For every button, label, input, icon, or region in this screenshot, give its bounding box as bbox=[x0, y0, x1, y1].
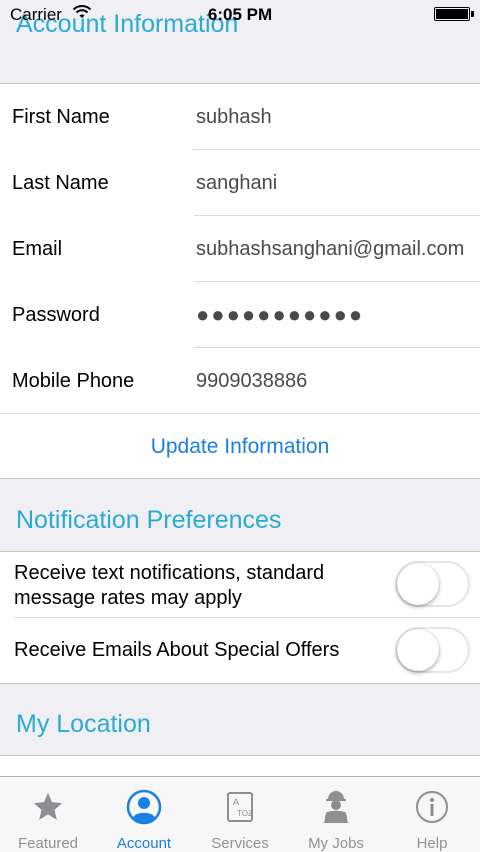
text-notifications-label: Receive text notifications, standard mes… bbox=[14, 562, 325, 609]
tab-account[interactable]: Account bbox=[96, 777, 192, 852]
status-bar: Carrier 6:05 PM bbox=[0, 0, 480, 40]
password-field[interactable]: ●●●●●●●●●●● bbox=[196, 302, 364, 328]
tab-services[interactable]: A TOZ Services bbox=[192, 777, 288, 852]
first-name-row[interactable]: First Name subhash bbox=[0, 84, 480, 150]
last-name-label: Last Name bbox=[12, 171, 109, 194]
special-offers-row: Receive Emails About Special Offers bbox=[0, 618, 480, 684]
svg-text:TOZ: TOZ bbox=[237, 809, 253, 818]
first-name-label: First Name bbox=[12, 105, 110, 128]
first-name-field[interactable]: subhash bbox=[196, 106, 272, 129]
password-row[interactable]: Password ●●●●●●●●●●● bbox=[0, 282, 480, 348]
notification-section-header: Notification Preferences bbox=[16, 506, 282, 534]
notification-card: Receive text notifications, standard mes… bbox=[0, 551, 480, 684]
tab-help[interactable]: Help bbox=[384, 777, 480, 852]
tab-label: Help bbox=[416, 835, 448, 852]
email-field[interactable]: subhashsanghani@gmail.com bbox=[196, 238, 464, 261]
tab-label: My Jobs bbox=[308, 835, 364, 852]
star-icon bbox=[28, 787, 68, 827]
mobile-phone-label: Mobile Phone bbox=[12, 369, 135, 392]
email-label: Email bbox=[12, 237, 63, 260]
last-name-field[interactable]: sanghani bbox=[196, 172, 277, 195]
special-offers-label: Receive Emails About Special Offers bbox=[14, 639, 340, 661]
tab-featured[interactable]: Featured bbox=[0, 777, 96, 852]
tab-label: Featured bbox=[17, 835, 79, 852]
toggle-knob bbox=[397, 629, 439, 671]
mobile-phone-field[interactable]: 9909038886 bbox=[196, 370, 307, 393]
mobile-phone-row[interactable]: Mobile Phone 9909038886 bbox=[0, 348, 480, 414]
services-icon: A TOZ bbox=[220, 787, 260, 827]
tab-my-jobs[interactable]: My Jobs bbox=[288, 777, 384, 852]
account-card: First Name subhash Last Name sanghani Em… bbox=[0, 83, 480, 479]
text-notifications-row: Receive text notifications, standard mes… bbox=[0, 552, 480, 618]
update-information-button[interactable]: Update Information bbox=[0, 414, 480, 480]
svg-text:A: A bbox=[233, 797, 239, 807]
location-section-header: My Location bbox=[16, 710, 151, 738]
password-label: Password bbox=[12, 303, 100, 326]
info-icon bbox=[412, 787, 452, 827]
account-icon bbox=[124, 787, 164, 827]
tab-label: Services bbox=[211, 835, 269, 852]
toggle-knob bbox=[397, 563, 439, 605]
tab-label: Account bbox=[116, 835, 172, 852]
worker-icon bbox=[316, 787, 356, 827]
battery-icon bbox=[434, 7, 474, 21]
email-row[interactable]: Email subhashsanghani@gmail.com bbox=[0, 216, 480, 282]
last-name-row[interactable]: Last Name sanghani bbox=[0, 150, 480, 216]
special-offers-toggle[interactable] bbox=[395, 627, 470, 673]
text-notifications-toggle[interactable] bbox=[395, 561, 470, 607]
tab-bar: Featured Account A TOZ Services My Jobs … bbox=[0, 776, 480, 852]
clock: 6:05 PM bbox=[207, 5, 273, 24]
